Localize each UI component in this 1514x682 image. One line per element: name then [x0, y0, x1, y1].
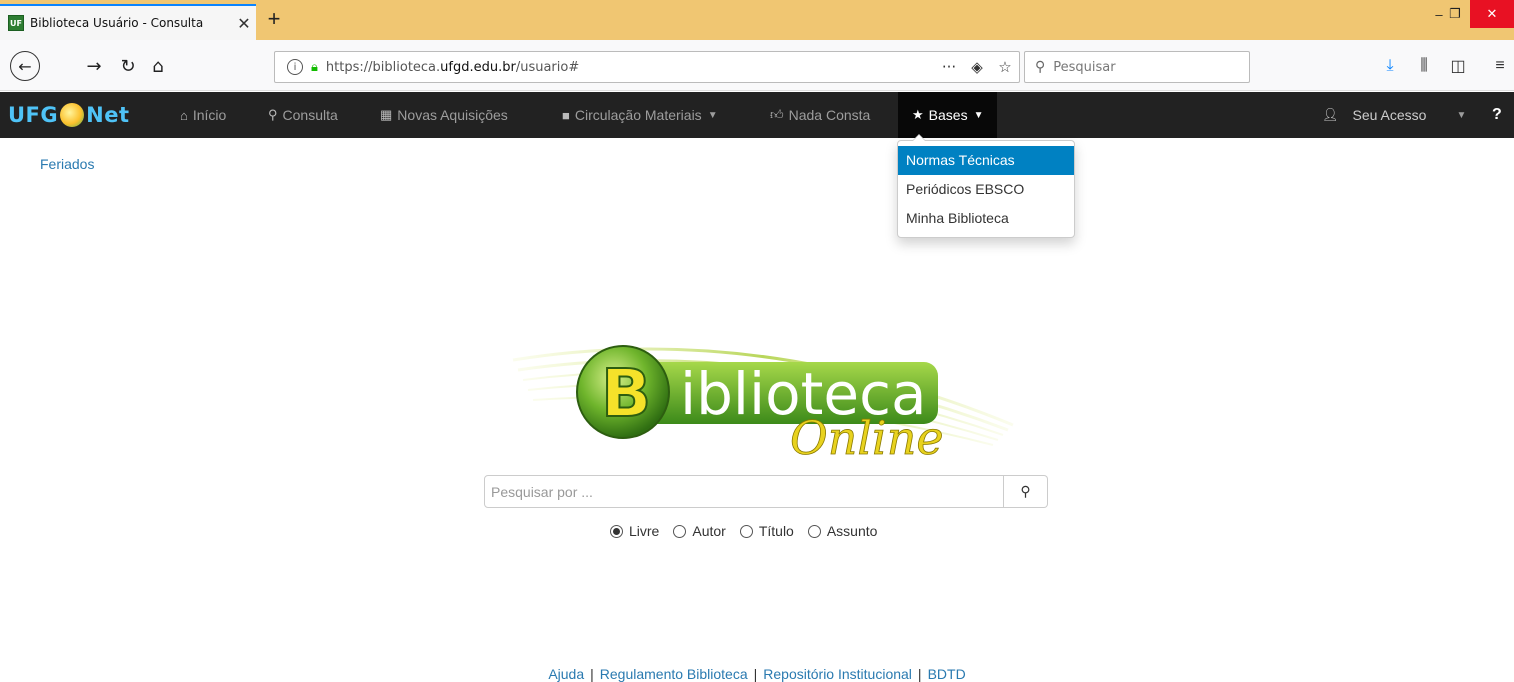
radio-label: Livre	[629, 523, 660, 539]
home-browser-icon[interactable]: ⌂	[144, 52, 172, 80]
tab-title: Biblioteca Usuário - Consulta	[30, 16, 204, 30]
radio-titulo[interactable]: Título	[739, 523, 794, 539]
browser-toolbar: ← → ↻ ⌂ i 🔒︎ https://biblioteca.ufgd.edu…	[0, 40, 1514, 91]
thumbs-up-icon: 👍︎	[770, 107, 784, 122]
gift-icon: ▦	[380, 107, 393, 122]
home-icon: ⌂	[180, 107, 188, 123]
footer-link-ajuda[interactable]: Ajuda	[548, 666, 584, 682]
sidebar-icon[interactable]: ◫	[1444, 52, 1472, 80]
radio-button-checked[interactable]	[610, 524, 623, 538]
book-icon: ■	[562, 107, 570, 123]
bases-dropdown: Normas Técnicas Periódicos EBSCO Minha B…	[897, 134, 1075, 238]
more-actions-icon[interactable]: ···	[935, 58, 963, 76]
brand-left-text: UFG	[8, 103, 59, 127]
help-button[interactable]: ?	[1492, 92, 1502, 138]
footer-separator: |	[590, 666, 594, 682]
nav-label: Consulta	[282, 107, 338, 123]
new-tab-button[interactable]: +	[262, 8, 286, 32]
dropdown-item-normas-tecnicas[interactable]: Normas Técnicas	[898, 146, 1074, 175]
lock-icon: 🔒︎	[311, 59, 318, 75]
browser-search-bar[interactable]: ⚲ Pesquisar	[1024, 51, 1250, 83]
url-text: https://biblioteca.ufgd.edu.br/usuario#	[325, 59, 580, 75]
radio-label: Título	[758, 523, 794, 539]
browser-tab-strip: UF Biblioteca Usuário - Consulta ✕ + – ❐…	[0, 0, 1514, 40]
library-icon[interactable]: ⫼	[1410, 52, 1438, 80]
nav-label: Circulação Materiais	[574, 107, 702, 123]
user-access-label: Seu Acesso	[1352, 107, 1427, 123]
radio-label: Assunto	[826, 523, 878, 539]
bookmark-star-icon[interactable]: ☆	[991, 58, 1019, 76]
caret-down-icon: ▼	[973, 109, 984, 121]
biblioteca-online-logo: B iblioteca Online	[512, 345, 1014, 465]
nav-novas-aquisicoes[interactable]: ▦ Novas Aquisições	[380, 92, 508, 138]
search-icon: ⚲	[268, 107, 278, 122]
browser-search-placeholder: Pesquisar	[1053, 59, 1116, 75]
download-icon[interactable]: ⤓	[1376, 52, 1404, 80]
footer-link-regulamento[interactable]: Regulamento Biblioteca	[600, 666, 748, 682]
radio-button[interactable]	[807, 524, 821, 538]
feriados-link[interactable]: Feriados	[40, 156, 94, 172]
nav-label: Nada Consta	[788, 107, 871, 123]
nav-nada-consta[interactable]: 👍︎ Nada Consta	[770, 92, 870, 138]
menu-icon[interactable]: ≡	[1486, 52, 1514, 80]
nav-label: Bases	[928, 107, 968, 123]
radio-autor[interactable]: Autor	[673, 523, 726, 539]
radio-label: Autor	[692, 523, 726, 539]
pocket-icon[interactable]: ◈	[963, 58, 991, 76]
back-icon[interactable]: ←	[10, 51, 40, 81]
caret-down-icon: ▼	[707, 109, 718, 121]
search-type-radios: Livre Autor Título Assunto	[610, 521, 891, 541]
search-input[interactable]	[484, 475, 1004, 508]
footer-link-bdtd[interactable]: BDTD	[928, 666, 966, 682]
nav-inicio[interactable]: ⌂ Início	[180, 92, 226, 138]
logo-letter: B	[601, 355, 651, 432]
user-icon: 👤︎	[1322, 107, 1339, 122]
url-bar[interactable]: i 🔒︎ https://biblioteca.ufgd.edu.br/usua…	[274, 51, 1020, 83]
forward-icon[interactable]: →	[80, 52, 108, 80]
favicon-icon: UF	[8, 15, 24, 31]
nav-consulta[interactable]: ⚲ Consulta	[268, 92, 338, 138]
info-icon[interactable]: i	[287, 59, 303, 75]
footer-links: Ajuda | Regulamento Biblioteca | Repositório…	[0, 666, 1514, 682]
user-access-menu[interactable]: 👤︎ Seu Acesso ▼	[1322, 92, 1466, 138]
brand-logo[interactable]: UFG Net	[8, 100, 130, 130]
nav-bases[interactable]: ★ Bases ▼	[898, 92, 998, 138]
close-tab-icon[interactable]: ✕	[232, 14, 256, 33]
search-button[interactable]: ⚲	[1004, 475, 1048, 508]
close-window-icon[interactable]: ✕	[1470, 0, 1514, 28]
radio-button[interactable]	[739, 524, 753, 538]
footer-separator: |	[753, 666, 758, 682]
footer-separator: |	[917, 666, 922, 682]
dropdown-item-periodicos-ebsco[interactable]: Periódicos EBSCO	[898, 175, 1074, 204]
radio-button[interactable]	[673, 524, 687, 538]
caret-down-icon: ▼	[1456, 109, 1467, 121]
nav-circulacao-materiais[interactable]: ■ Circulação Materiais ▼	[562, 92, 718, 138]
nav-label: Novas Aquisições	[397, 107, 508, 123]
magnifier-icon: ⚲	[1035, 59, 1046, 75]
dropdown-item-minha-biblioteca[interactable]: Minha Biblioteca	[898, 204, 1074, 233]
browser-tab[interactable]: UF Biblioteca Usuário - Consulta ✕	[0, 4, 256, 40]
brand-right-text: Net	[86, 103, 130, 127]
reload-icon[interactable]: ↻	[114, 52, 142, 80]
search-icon: ⚲	[1020, 483, 1031, 499]
catalog-search: ⚲	[484, 475, 1048, 508]
brand-globe-icon	[60, 103, 85, 127]
restore-icon[interactable]: ❐	[1440, 0, 1470, 28]
radio-livre[interactable]: Livre	[610, 523, 659, 539]
footer-link-repositorio[interactable]: Repositório Institucional	[763, 666, 912, 682]
nav-label: Início	[192, 107, 227, 123]
site-navbar: UFG Net ⌂ Início ⚲ Consulta ▦ Novas Aqui…	[0, 92, 1514, 138]
radio-assunto[interactable]: Assunto	[807, 523, 878, 539]
star-icon: ★	[912, 107, 924, 122]
logo-script: Online	[790, 411, 944, 465]
